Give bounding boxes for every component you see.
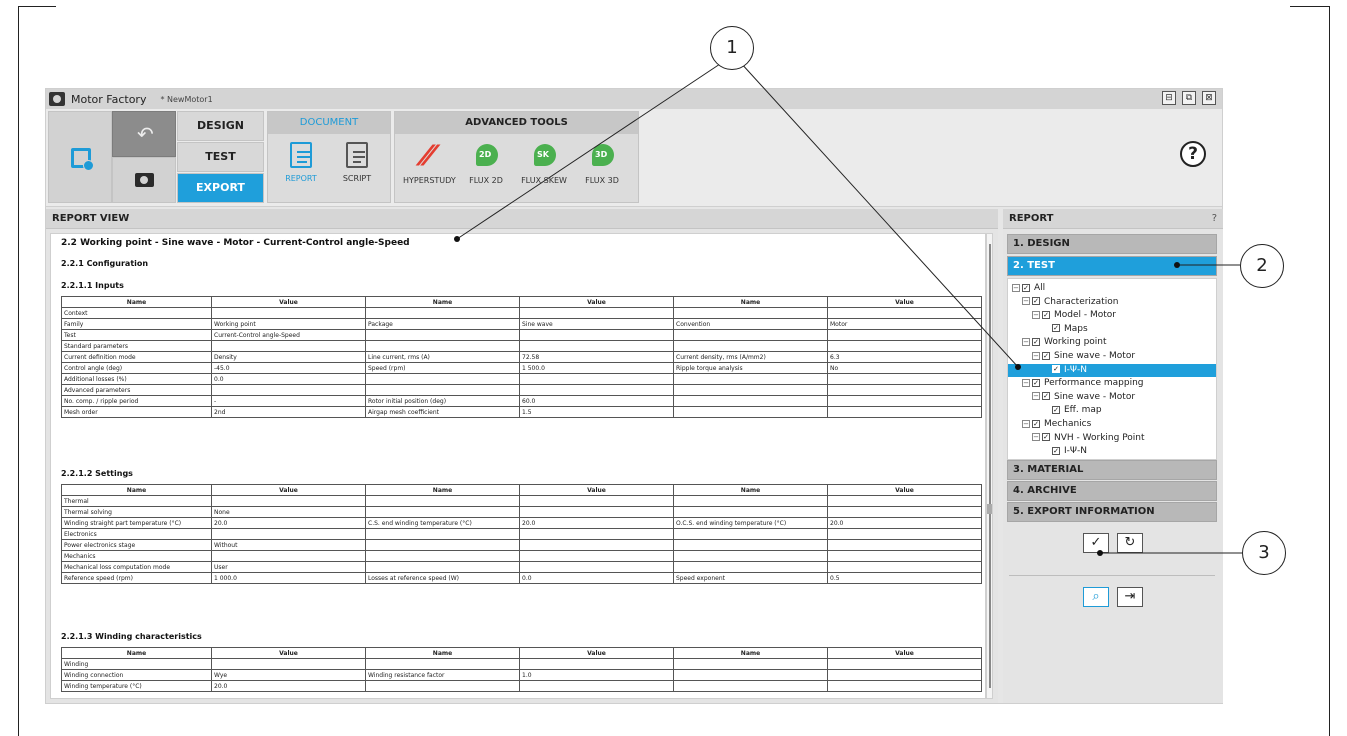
callout-3-dot <box>1097 550 1103 556</box>
callout-3: 3 <box>1242 531 1286 575</box>
callout-1-line-a <box>456 61 724 240</box>
figure-page: Motor Factory * NewMotor1 ⊟ ⧉ ⊠ ↶ DESIGN… <box>0 0 1347 736</box>
annotation-layer <box>454 61 1242 556</box>
callout-1-line-b <box>739 61 1019 368</box>
callout-1-dot-b <box>1015 364 1021 370</box>
callout-1: 1 <box>710 26 754 70</box>
callout-2-dot <box>1174 262 1180 268</box>
callout-2: 2 <box>1240 244 1284 288</box>
callout-1-dot-a <box>454 236 460 242</box>
